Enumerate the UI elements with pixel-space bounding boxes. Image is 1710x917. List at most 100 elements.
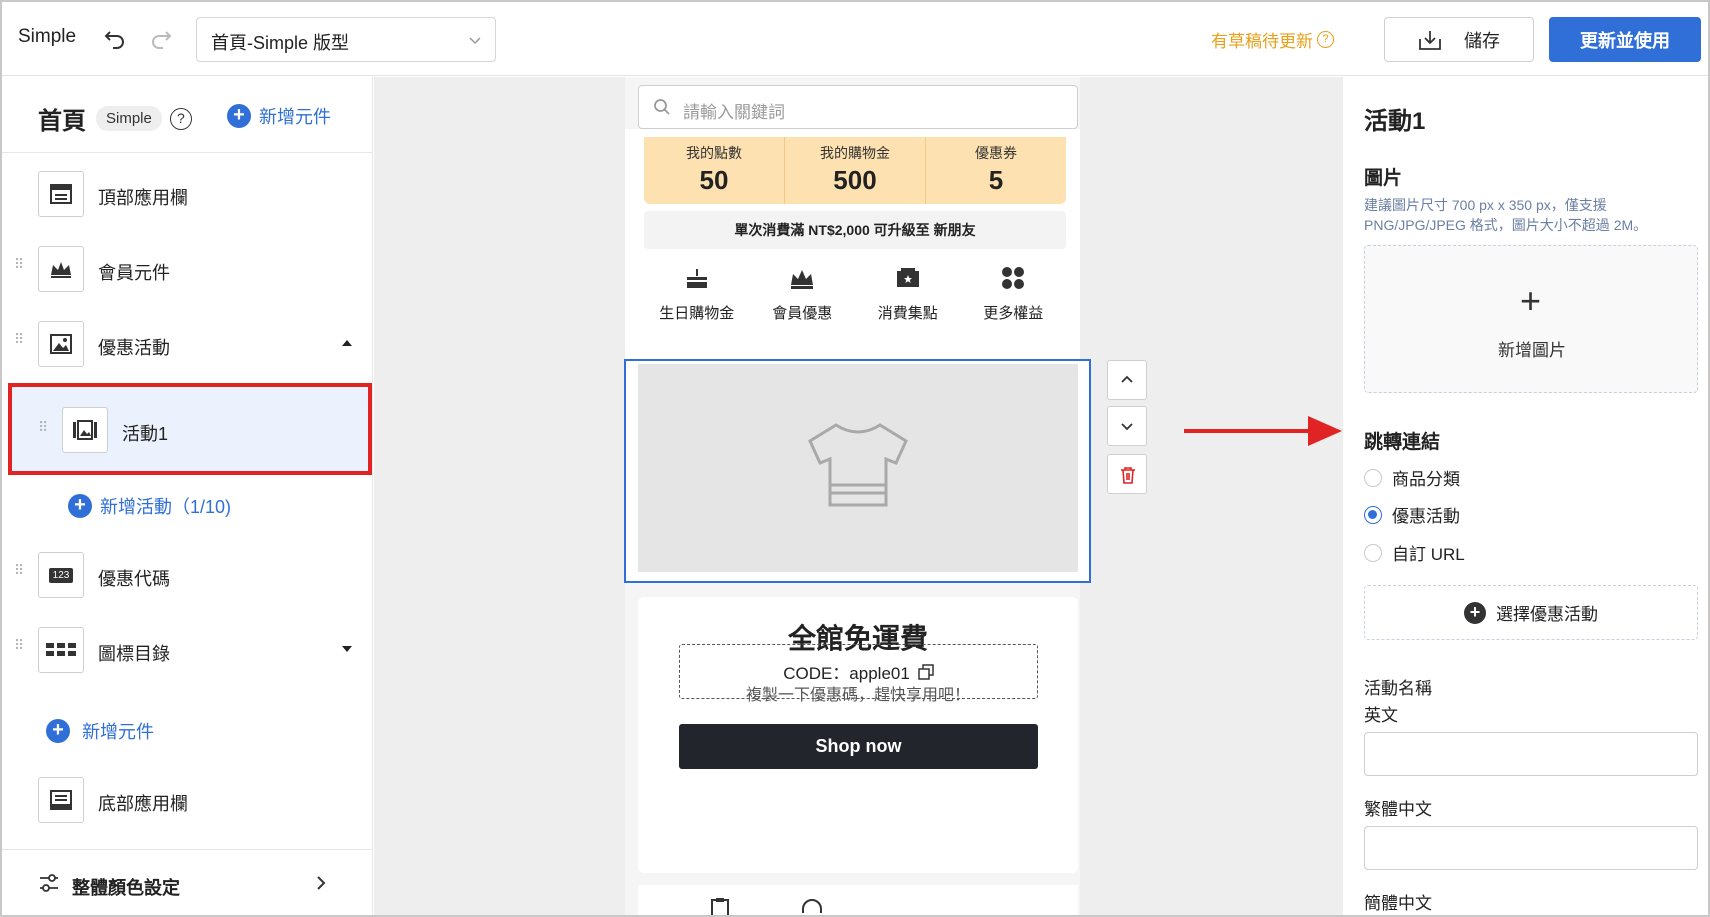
drag-handle-icon[interactable]: ⠿ <box>14 332 24 351</box>
help-icon[interactable]: ? <box>169 107 192 130</box>
points-value: 50 <box>699 165 729 195</box>
lang-sc-label: 簡體中文 <box>1364 894 1432 913</box>
annotation-arrow-icon <box>1184 416 1342 446</box>
collapse-caret-icon[interactable] <box>342 340 352 346</box>
coupon-value: 5 <box>988 165 1004 195</box>
move-down-button[interactable] <box>1107 406 1147 446</box>
perk-label: 會員優惠 <box>772 305 833 322</box>
search-input[interactable]: 請輸入關鍵詞 <box>638 85 1078 129</box>
chevron-down-icon <box>469 37 481 45</box>
drag-handle-icon[interactable]: ⠿ <box>14 563 24 582</box>
component-label: 底部應用欄 <box>98 794 188 814</box>
save-button[interactable]: 儲存 <box>1384 17 1534 62</box>
radio-label: 自訂 URL <box>1392 545 1465 564</box>
delete-button[interactable] <box>1107 454 1147 494</box>
perks-row: 生日購物金 會員優惠 消費集點 更多權益 <box>644 265 1066 325</box>
perk-points[interactable]: 消費集點 <box>855 265 961 325</box>
publish-button[interactable]: 更新並使用 <box>1549 17 1701 62</box>
app-window: Simple 首頁-Simple 版型 有草稿待更新 ? 儲存 更新並使用 首頁… <box>0 0 1710 917</box>
add-component-label: 新增元件 <box>259 107 331 127</box>
page-template-select[interactable]: 首頁-Simple 版型 <box>196 17 496 62</box>
perk-member[interactable]: 會員優惠 <box>750 265 856 325</box>
banner-placeholder[interactable] <box>638 364 1078 572</box>
global-color-settings[interactable]: 整體顏色設定 <box>2 849 372 915</box>
drag-handle-icon[interactable]: ⠿ <box>14 257 24 276</box>
add-image-dropzone[interactable]: + 新增圖片 <box>1364 245 1698 393</box>
chevron-up-icon <box>1121 375 1133 383</box>
component-icon-grid[interactable]: ⠿ 圖標目錄 <box>2 619 372 683</box>
search-placeholder: 請輸入關鍵詞 <box>683 103 785 122</box>
link-option-custom-url[interactable]: 自訂 URL <box>1364 540 1465 565</box>
upgrade-notice: 單次消費滿 NT$2,000 可升級至 新朋友 <box>644 211 1066 249</box>
ticket-icon <box>896 268 919 287</box>
component-coupon-code[interactable]: ⠿ 123 優惠代碼 <box>2 544 372 608</box>
component-activity-1[interactable]: ⠿ 活動1 <box>8 383 372 475</box>
expand-caret-icon[interactable] <box>342 646 352 652</box>
page-title: 首頁 <box>38 108 86 135</box>
component-bottom-app-bar[interactable]: 底部應用欄 <box>2 769 372 833</box>
add-image-label: 新增圖片 <box>1498 341 1566 360</box>
top-toolbar: Simple 首頁-Simple 版型 有草稿待更新 ? 儲存 更新並使用 <box>2 2 1708 76</box>
activity-name-en-input[interactable] <box>1364 732 1698 776</box>
component-top-app-bar[interactable]: 頂部應用欄 <box>2 163 372 227</box>
trash-icon <box>1121 467 1135 484</box>
settings-panel: 活動1 圖片 建議圖片尺寸 700 px x 350 px，僅支援 PNG/JP… <box>1344 77 1708 915</box>
page-heading: 首頁 Simple ? <box>38 101 192 136</box>
coupon-code-box[interactable]: CODE：apple01 <box>679 644 1038 699</box>
link-option-promotion[interactable]: 優惠活動 <box>1364 502 1460 527</box>
crown-icon <box>38 246 84 292</box>
coupon-label: 優惠券 <box>975 145 1017 161</box>
activity-name-tc-input[interactable] <box>1364 826 1698 870</box>
download-icon <box>1419 30 1441 50</box>
birthday-cake-icon <box>685 269 708 288</box>
credit-cell: 我的購物金 500 <box>785 137 926 204</box>
perk-label: 更多權益 <box>983 305 1044 322</box>
add-component-button[interactable]: + 新增元件 <box>227 103 331 129</box>
radio-selected-icon <box>1364 505 1382 524</box>
perk-more[interactable]: 更多權益 <box>961 265 1067 325</box>
bottom-bar-icon <box>38 777 84 823</box>
copy-icon[interactable] <box>918 663 934 680</box>
shop-now-button[interactable]: Shop now <box>679 724 1038 769</box>
divider <box>2 152 372 153</box>
radio-label: 優惠活動 <box>1392 507 1460 526</box>
points-cell: 我的點數 50 <box>644 137 785 204</box>
undo-icon[interactable] <box>102 24 128 50</box>
chevron-down-icon <box>1121 423 1133 431</box>
component-member[interactable]: ⠿ 會員元件 <box>2 238 372 302</box>
preview-canvas: 請輸入關鍵詞 我的點數 50 我的購物金 500 優惠券 5 單次消費滿 NT$… <box>374 77 1343 915</box>
plus-circle-icon: + <box>227 104 251 128</box>
component-label: 頂部應用欄 <box>98 188 188 208</box>
add-activity-label: 新增活動（1/10) <box>100 497 232 517</box>
draft-notice[interactable]: 有草稿待更新 ? <box>1211 27 1334 52</box>
plus-circle-icon: + <box>1464 601 1486 624</box>
app-bar-icon <box>38 171 84 217</box>
component-label: 優惠活動 <box>98 338 170 358</box>
link-option-category[interactable]: 商品分類 <box>1364 465 1460 490</box>
add-activity-button[interactable]: + 新增活動（1/10) <box>68 493 231 519</box>
plus-icon: + <box>1520 280 1542 321</box>
chevron-right-icon <box>317 876 326 890</box>
drag-handle-icon[interactable]: ⠿ <box>38 420 48 434</box>
gallery-icon <box>62 407 108 453</box>
coupon-code-text: CODE：apple01 <box>783 664 910 683</box>
component-label: 活動1 <box>122 424 169 444</box>
credit-value: 500 <box>833 165 877 195</box>
add-component-button-bottom[interactable]: + 新增元件 <box>46 718 154 744</box>
drag-handle-icon[interactable]: ⠿ <box>14 638 24 657</box>
component-promotions[interactable]: ⠿ 優惠活動 <box>2 313 372 377</box>
move-up-button[interactable] <box>1107 360 1147 400</box>
perk-birthday[interactable]: 生日購物金 <box>644 265 750 325</box>
choose-promotion-button[interactable]: + 選擇優惠活動 <box>1364 585 1698 640</box>
image-hint: 建議圖片尺寸 700 px x 350 px，僅支援 PNG/JPG/JPEG … <box>1364 197 1648 233</box>
component-label: 優惠代碼 <box>98 569 170 589</box>
clipboard-icon <box>711 898 729 915</box>
settings-title: 活動1 <box>1364 108 1426 135</box>
app-name: Simple <box>18 26 77 47</box>
page-select-value: 首頁-Simple 版型 <box>211 33 350 53</box>
coupon-code-icon-text: 123 <box>48 567 74 583</box>
lang-tc-label: 繁體中文 <box>1364 800 1432 819</box>
redo-icon[interactable] <box>148 24 174 50</box>
points-label: 我的點數 <box>686 145 742 161</box>
crown-icon <box>791 270 814 289</box>
